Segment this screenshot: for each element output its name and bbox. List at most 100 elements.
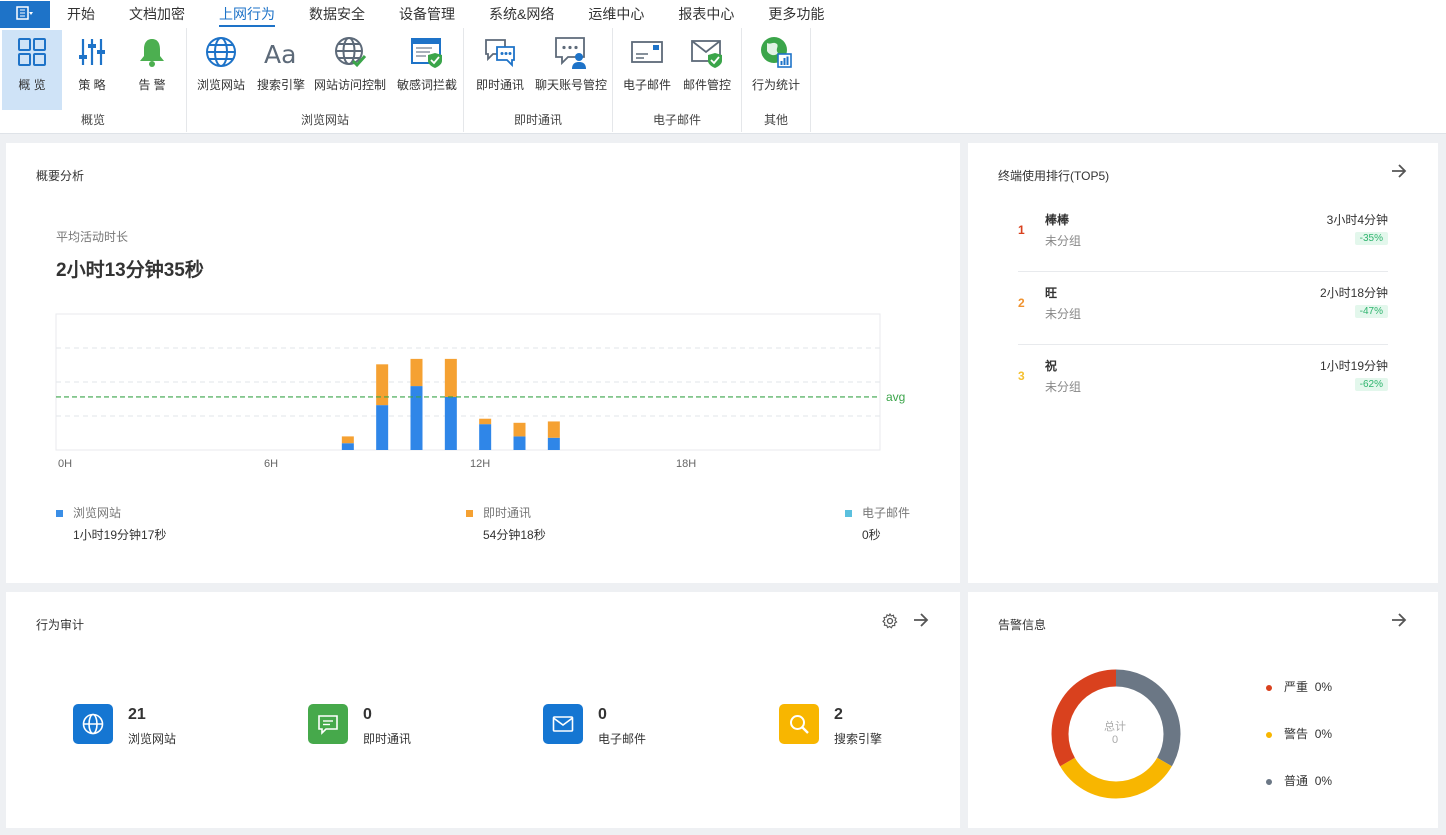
audit-title: 行为审计 — [36, 618, 85, 632]
chart-bar — [341, 436, 354, 444]
chart-bar — [410, 358, 423, 387]
chart-bar — [513, 422, 526, 437]
rank-group: 未分组 — [1045, 380, 1082, 394]
audit-count: 21 — [128, 706, 146, 723]
alarm-button[interactable]: 告 警 — [122, 30, 182, 110]
ribbon-group-browse: 浏览网站 Aa 搜索引擎 网站访问控制 敏感词拦截 浏览网站 — [187, 28, 464, 132]
menu-tab-start[interactable]: 开始 — [50, 0, 112, 28]
menu-tab-doc-encrypt[interactable]: 文档加密 — [112, 0, 202, 28]
ranking-row[interactable]: 1 棒棒 未分组 3小时4分钟 -35% — [1018, 199, 1388, 272]
globe-icon — [73, 704, 113, 744]
sensitive-word-block-button[interactable]: 敏感词拦截 — [393, 30, 461, 110]
menu-tab-report-center[interactable]: 报表中心 — [661, 0, 751, 28]
font-aa-icon: Aa — [263, 34, 299, 70]
instant-messaging-button[interactable]: 即时通讯 — [468, 30, 532, 110]
audit-item-search[interactable]: 2 搜索引擎 — [779, 704, 979, 748]
menu-tab-system-network[interactable]: 系统&网络 — [472, 0, 571, 28]
chart-bar — [479, 418, 492, 425]
chat-icon — [308, 704, 348, 744]
legend-swatch — [845, 510, 852, 518]
alert-more-arrow-icon[interactable] — [1390, 611, 1408, 634]
audit-item-im[interactable]: 0 即时通讯 — [308, 704, 508, 748]
ribbon-group-label: 其他 — [763, 113, 788, 127]
legend-name: 浏览网站 — [73, 506, 122, 520]
audit-label: 即时通讯 — [363, 732, 412, 746]
rank-number: 3 — [1018, 369, 1025, 383]
ranking-more-arrow-icon[interactable] — [1390, 162, 1408, 185]
search-engine-button-label: 搜索引擎 — [256, 78, 305, 92]
ribbon-group-label: 即时通讯 — [513, 113, 562, 127]
globe-stats-icon — [758, 34, 794, 70]
audit-item-email[interactable]: 0 电子邮件 — [543, 704, 743, 748]
chart-x-tick-label: 0H — [58, 458, 72, 470]
alert-level-pct: 0% — [1314, 774, 1333, 788]
rank-change-badge: -62% — [1354, 378, 1388, 391]
legend-web: 浏览网站 1小时19分钟17秒 — [56, 504, 166, 542]
ranking-row[interactable]: 3 祝 未分组 1小时19分钟 -62% — [1018, 345, 1388, 418]
rank-name: 棒棒 — [1045, 213, 1070, 227]
email-control-button-label: 邮件管控 — [682, 78, 731, 92]
email-control-button[interactable]: 邮件管控 — [677, 30, 737, 110]
instant-messaging-button-label: 即时通讯 — [475, 78, 524, 92]
rank-time: 2小时18分钟 — [1319, 286, 1388, 300]
legend-value: 1小时19分钟17秒 — [73, 528, 167, 542]
menu-tab-data-security[interactable]: 数据安全 — [292, 0, 382, 28]
legend-im: 即时通讯 54分钟18秒 — [466, 504, 546, 542]
rank-number: 1 — [1018, 223, 1025, 237]
overview-title: 概要分析 — [36, 169, 85, 183]
ribbon-group-email: 电子邮件 邮件管控 电子邮件 — [613, 28, 742, 132]
overview-card: 概要分析 平均活动时长 2小时13分钟35秒 avg 0H 6H 12H 18H 浏览网… — [6, 143, 960, 583]
legend-value: 0秒 — [862, 528, 881, 542]
chart-bar — [376, 364, 389, 406]
chat-bubbles-icon — [482, 34, 518, 70]
rank-group: 未分组 — [1045, 307, 1082, 321]
gear-icon[interactable] — [882, 612, 898, 634]
chart-bar — [444, 396, 457, 450]
alert-legend-normal: 普通 0% — [1266, 772, 1332, 789]
svg-text:Aa: Aa — [264, 40, 296, 69]
browse-web-button[interactable]: 浏览网站 — [191, 30, 251, 110]
menu-icon — [16, 5, 34, 23]
menu-tab-ops-center[interactable]: 运维中心 — [571, 0, 661, 28]
ribbon-group-label: 概览 — [80, 113, 105, 127]
menu-tab-device-mgmt[interactable]: 设备管理 — [382, 0, 472, 28]
email-button[interactable]: 电子邮件 — [617, 30, 677, 110]
globe-check-icon — [332, 34, 368, 70]
audit-label: 浏览网站 — [128, 732, 177, 746]
audit-item-web[interactable]: 21 浏览网站 — [73, 704, 273, 748]
rank-change-badge: -35% — [1354, 232, 1388, 245]
audit-count: 0 — [363, 706, 372, 723]
rank-name: 祝 — [1045, 359, 1058, 373]
ranking-card: 终端使用排行(TOP5) 1 棒棒 未分组 3小时4分钟 -35% 2 旺 未分… — [968, 143, 1438, 583]
chart-x-tick-label: 18H — [676, 458, 696, 470]
menu-tab-web-behavior[interactable]: 上网行为 — [202, 0, 292, 28]
behavior-stats-button[interactable]: 行为统计 — [746, 30, 806, 110]
audit-label: 电子邮件 — [598, 732, 647, 746]
ranking-row[interactable]: 2 旺 未分组 2小时18分钟 -47% — [1018, 272, 1388, 345]
chart-bar — [479, 424, 492, 450]
site-access-control-button[interactable]: 网站访问控制 — [311, 30, 389, 110]
search-engine-button[interactable]: Aa 搜索引擎 — [251, 30, 311, 110]
envelope-icon — [543, 704, 583, 744]
legend-dot — [1266, 684, 1272, 691]
alert-title: 告警信息 — [998, 618, 1047, 632]
audit-count: 0 — [598, 706, 607, 723]
legend-dot — [1266, 731, 1272, 738]
grid-icon — [14, 34, 50, 70]
overview-button[interactable]: 概 览 — [2, 30, 62, 110]
envelope-icon — [629, 34, 665, 70]
chart-bar — [410, 386, 423, 450]
site-access-control-button-label: 网站访问控制 — [313, 78, 386, 92]
chat-account-control-button[interactable]: 聊天账号管控 — [532, 30, 610, 110]
rank-change-badge: -47% — [1354, 305, 1388, 318]
app-menu-button[interactable] — [0, 0, 50, 28]
audit-more-arrow-icon[interactable] — [912, 611, 930, 634]
menu-tab-more[interactable]: 更多功能 — [751, 0, 841, 28]
alert-level-name: 普通 — [1284, 774, 1309, 788]
overview-button-label: 概 览 — [18, 78, 46, 92]
policy-button[interactable]: 策 略 — [62, 30, 122, 110]
email-button-label: 电子邮件 — [622, 78, 671, 92]
activity-chart: avg 0H 6H 12H 18H — [55, 313, 905, 470]
ribbon-group-label: 电子邮件 — [652, 113, 701, 127]
sliders-icon — [74, 34, 110, 70]
